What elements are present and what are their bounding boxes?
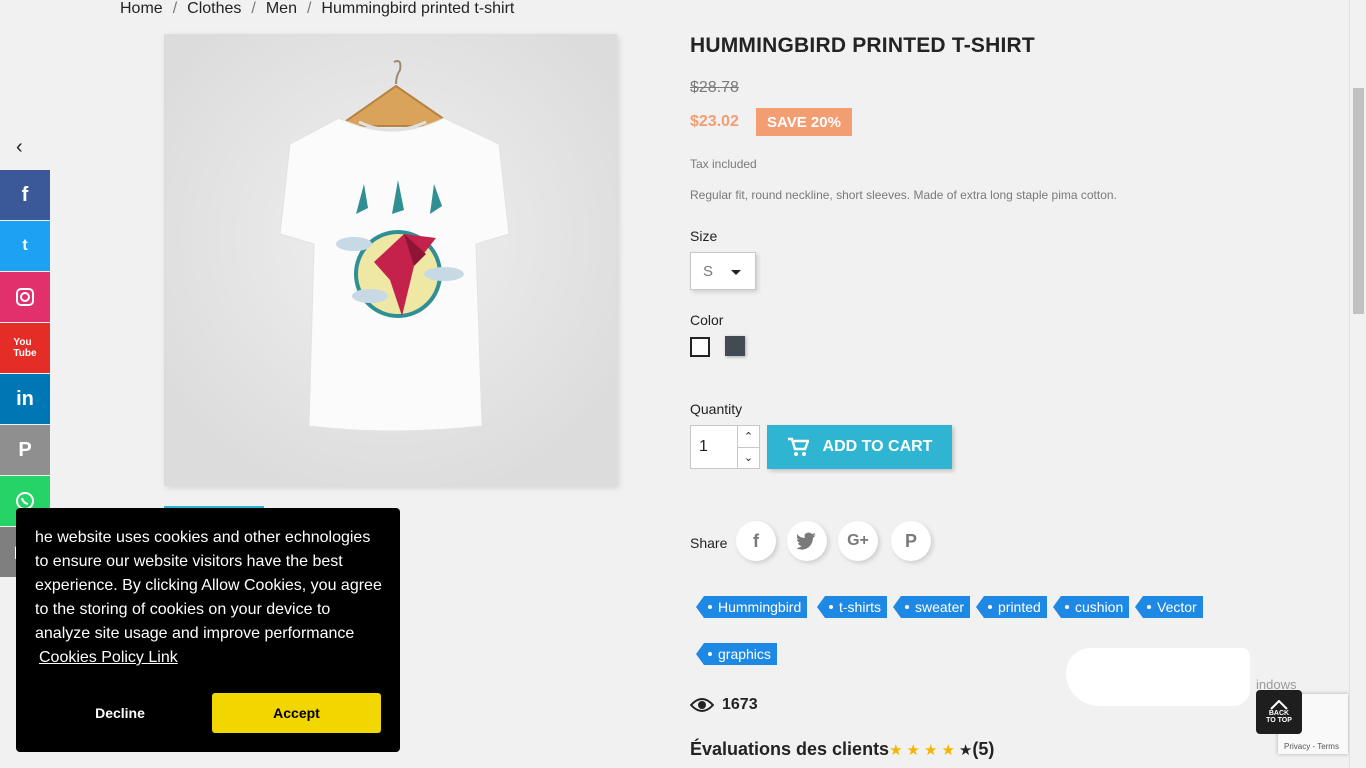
quantity-label: Quantity bbox=[690, 401, 743, 417]
tag-item[interactable]: graphics bbox=[696, 643, 777, 665]
twitter-icon[interactable]: t bbox=[0, 221, 50, 271]
product-title: HUMMINGBIRD PRINTED T-SHIRT bbox=[690, 34, 1035, 57]
view-counter: 1673 bbox=[690, 696, 758, 714]
redaction-blot bbox=[1066, 648, 1250, 706]
tag-item[interactable]: sweater bbox=[892, 596, 971, 618]
size-label: Size bbox=[690, 228, 718, 244]
cookie-policy-link[interactable]: Cookies Policy Link bbox=[39, 649, 178, 666]
breadcrumb-home[interactable]: Home bbox=[120, 0, 163, 18]
breadcrumb-separator: / bbox=[172, 0, 178, 17]
breadcrumb-men[interactable]: Men bbox=[266, 0, 297, 18]
pinterest-icon[interactable]: P bbox=[0, 425, 50, 475]
caret-down-icon bbox=[731, 270, 741, 275]
size-value: S bbox=[703, 262, 714, 280]
color-swatch-white[interactable] bbox=[690, 337, 710, 357]
chevron-up-icon[interactable]: ⌃ bbox=[738, 426, 759, 448]
product-description: Regular fit, round neckline, short sleev… bbox=[690, 188, 1117, 202]
collapse-arrow-icon[interactable]: ‹ bbox=[16, 136, 23, 159]
size-select[interactable]: S bbox=[690, 252, 756, 290]
cookie-banner: he website uses cookies and other echnol… bbox=[16, 508, 400, 752]
scrollbar[interactable] bbox=[1349, 0, 1366, 768]
discount-badge: SAVE 20% bbox=[756, 108, 852, 136]
tshirt-illustration bbox=[164, 34, 617, 486]
tag-item[interactable]: Hummingbird bbox=[695, 596, 808, 618]
instagram-icon[interactable] bbox=[0, 272, 50, 322]
facebook-icon[interactable]: f bbox=[0, 170, 50, 220]
breadcrumb-clothes[interactable]: Clothes bbox=[187, 0, 241, 18]
regular-price: $28.78 bbox=[690, 79, 739, 96]
back-to-top-label: BACK TO TOP bbox=[1266, 710, 1292, 724]
pinterest-share-icon[interactable]: P bbox=[891, 521, 931, 561]
cookie-message: he website uses cookies and other echnol… bbox=[35, 526, 385, 670]
color-swatch-grey[interactable] bbox=[725, 336, 745, 356]
star-icon: ★ bbox=[941, 741, 955, 759]
tag-item[interactable]: cushion bbox=[1052, 596, 1130, 618]
cookie-text: he website uses cookies and other echnol… bbox=[35, 529, 382, 642]
breadcrumb-current: Hummingbird printed t-shirt bbox=[321, 0, 515, 17]
breadcrumb-separator: / bbox=[251, 0, 256, 17]
recaptcha-links[interactable]: Privacy - Terms bbox=[1284, 742, 1339, 751]
accept-button[interactable]: Accept bbox=[212, 693, 381, 733]
reviews-label: Évaluations des clients bbox=[690, 739, 890, 759]
add-to-cart-label: ADD TO CART bbox=[822, 438, 933, 455]
linkedin-icon[interactable]: in bbox=[0, 374, 50, 424]
color-label: Color bbox=[690, 312, 724, 328]
quantity-stepper[interactable]: 1 ⌃ ⌄ bbox=[690, 425, 760, 469]
tag-item[interactable]: t-shirts bbox=[817, 596, 887, 618]
breadcrumb-separator: / bbox=[306, 0, 312, 17]
tax-label: Tax included bbox=[690, 157, 757, 171]
star-icon: ★ bbox=[923, 741, 938, 759]
googleplus-share-icon[interactable]: G+ bbox=[838, 521, 878, 561]
youtube-icon[interactable]: You Tube bbox=[0, 323, 50, 373]
reviews-summary[interactable]: Évaluations des clients ★ ★ ★ ★ ★ (5) bbox=[690, 739, 994, 760]
tag-item[interactable]: Vector bbox=[1135, 596, 1203, 618]
chevron-down-icon[interactable]: ⌄ bbox=[738, 448, 759, 469]
cart-icon bbox=[787, 437, 809, 456]
facebook-share-icon[interactable]: f bbox=[736, 521, 776, 561]
twitter-share-icon[interactable] bbox=[787, 521, 827, 561]
eye-icon bbox=[690, 698, 714, 712]
back-to-top-button[interactable]: BACK TO TOP bbox=[1256, 690, 1302, 734]
star-icon: ★ bbox=[889, 741, 903, 759]
star-icon: ★ bbox=[906, 741, 920, 759]
arrow-up-icon bbox=[1270, 700, 1288, 710]
share-label: Share bbox=[690, 535, 728, 551]
product-image[interactable] bbox=[164, 34, 617, 486]
current-price: $23.02 bbox=[690, 113, 739, 130]
tag-item[interactable]: printed bbox=[976, 596, 1047, 618]
view-count: 1673 bbox=[722, 696, 758, 713]
breadcrumb: Home / Clothes / Men / Hummingbird print… bbox=[120, 0, 514, 18]
decline-button[interactable]: Decline bbox=[36, 693, 204, 733]
scrollbar-thumb[interactable] bbox=[1353, 88, 1364, 314]
quantity-input[interactable]: 1 bbox=[691, 426, 737, 468]
reviews-count: (5) bbox=[972, 739, 995, 759]
add-to-cart-button[interactable]: ADD TO CART bbox=[767, 425, 952, 469]
star-icon: ★ bbox=[958, 741, 973, 759]
